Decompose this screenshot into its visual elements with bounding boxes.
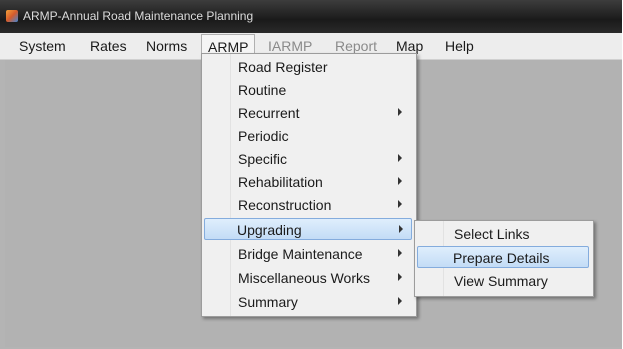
menu-item-miscellaneous-works[interactable]: Miscellaneous Works (204, 267, 412, 289)
submenu-item-label: Prepare Details (453, 250, 550, 266)
submenu-arrow-icon (398, 154, 402, 162)
submenu-item-prepare-details[interactable]: Prepare Details (417, 246, 589, 268)
menu-item-upgrading[interactable]: Upgrading (204, 218, 412, 240)
menu-item-reconstruction[interactable]: Reconstruction (204, 194, 412, 216)
menu-item-rehabilitation[interactable]: Rehabilitation (204, 171, 412, 193)
window-title: ARMP-Annual Road Maintenance Planning (23, 9, 254, 23)
menu-item-label: Bridge Maintenance (238, 246, 363, 262)
menu-item-recurrent[interactable]: Recurrent (204, 102, 412, 124)
menu-item-label: Reconstruction (238, 197, 332, 213)
menu-item-label: Routine (238, 82, 287, 98)
app-icon (6, 10, 18, 22)
submenu-item-select-links[interactable]: Select Links (417, 223, 589, 245)
menu-item-label: Road Register (238, 59, 328, 75)
menu-item-label: Summary (238, 294, 298, 310)
menu-item-label: Recurrent (238, 105, 300, 121)
menu-item-road-register[interactable]: Road Register (204, 56, 412, 78)
menu-help[interactable]: Help (441, 37, 478, 55)
submenu-item-label: View Summary (454, 273, 548, 289)
menu-item-label: Upgrading (237, 222, 302, 238)
menu-item-label: Periodic (238, 128, 289, 144)
submenu-arrow-icon (398, 108, 402, 116)
title-bar[interactable]: ARMP-Annual Road Maintenance Planning (0, 0, 622, 33)
menu-item-specific[interactable]: Specific (204, 148, 412, 170)
menu-item-bridge-maintenance[interactable]: Bridge Maintenance (204, 243, 412, 265)
menu-item-routine[interactable]: Routine (204, 79, 412, 101)
submenu-arrow-icon (398, 297, 402, 305)
submenu-item-view-summary[interactable]: View Summary (417, 270, 589, 292)
submenu-arrow-icon (398, 249, 402, 257)
armp-dropdown-menu: Road Register Routine Recurrent Periodic… (201, 53, 417, 317)
menu-rates[interactable]: Rates (86, 37, 131, 55)
submenu-arrow-icon (398, 200, 402, 208)
menu-item-label: Specific (238, 151, 288, 167)
menu-item-summary[interactable]: Summary (204, 291, 412, 313)
upgrading-submenu: Select Links Prepare Details View Summar… (414, 220, 594, 297)
menu-item-label: Miscellaneous Works (238, 270, 371, 286)
menu-system[interactable]: System (15, 37, 70, 55)
menu-item-label: Rehabilitation (238, 174, 323, 190)
submenu-arrow-icon (399, 225, 403, 233)
menu-norms[interactable]: Norms (142, 37, 191, 55)
submenu-arrow-icon (398, 177, 402, 185)
submenu-item-label: Select Links (454, 226, 530, 242)
submenu-arrow-icon (398, 273, 402, 281)
menu-item-periodic[interactable]: Periodic (204, 125, 412, 147)
